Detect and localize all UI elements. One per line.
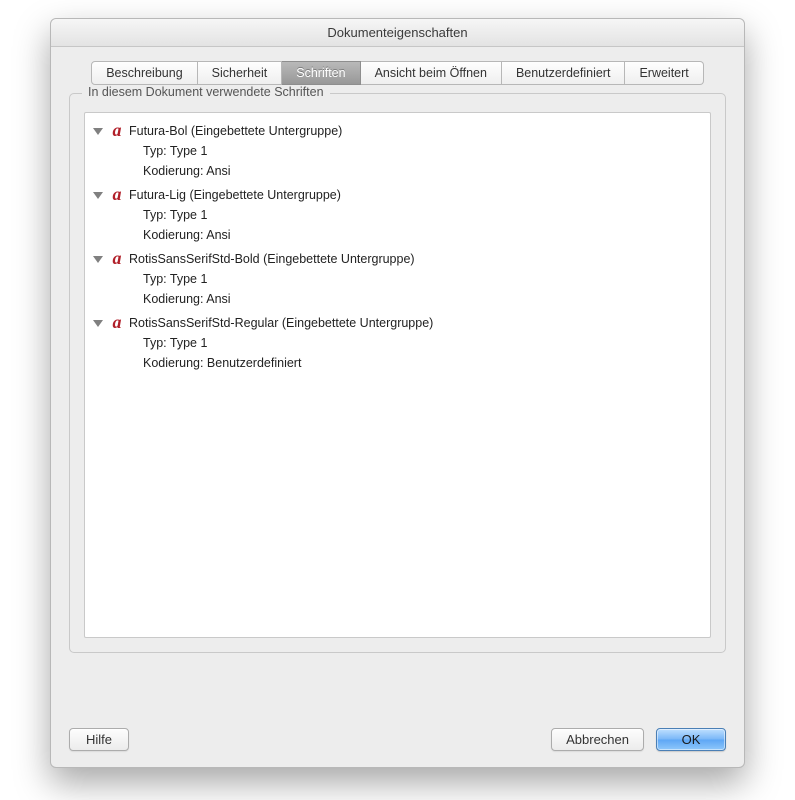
font-name-label: Futura-Lig (Eingebettete Untergruppe) bbox=[129, 185, 341, 205]
groupbox-title: In diesem Dokument verwendete Schriften bbox=[82, 85, 330, 99]
font-glyph-icon: a bbox=[108, 122, 126, 138]
font-row[interactable]: aFutura-Lig (Eingebettete Untergruppe) bbox=[93, 185, 702, 205]
font-item: aFutura-Lig (Eingebettete Untergruppe)Ty… bbox=[93, 183, 702, 247]
font-encoding-label: Kodierung: Benutzerdefiniert bbox=[93, 353, 702, 373]
font-encoding-label: Kodierung: Ansi bbox=[93, 225, 702, 245]
font-name-label: RotisSansSerifStd-Bold (Eingebettete Unt… bbox=[129, 249, 415, 269]
disclosure-triangle-icon[interactable] bbox=[93, 192, 103, 199]
font-glyph-icon: a bbox=[108, 314, 126, 330]
font-glyph-icon: a bbox=[108, 186, 126, 202]
fonts-tree[interactable]: aFutura-Bol (Eingebettete Untergruppe)Ty… bbox=[84, 112, 711, 638]
font-type-label: Typ: Type 1 bbox=[93, 141, 702, 161]
document-properties-dialog: Dokumenteigenschaften BeschreibungSicher… bbox=[50, 18, 745, 768]
tab-benutzerdefiniert[interactable]: Benutzerdefiniert bbox=[502, 61, 626, 85]
dialog-button-row: Hilfe Abbrechen OK bbox=[69, 728, 726, 751]
dialog-content: BeschreibungSicherheitSchriftenAnsicht b… bbox=[51, 47, 744, 767]
disclosure-triangle-icon[interactable] bbox=[93, 320, 103, 327]
font-row[interactable]: aRotisSansSerifStd-Regular (Eingebettete… bbox=[93, 313, 702, 333]
cancel-button[interactable]: Abbrechen bbox=[551, 728, 644, 751]
tab-sicherheit[interactable]: Sicherheit bbox=[198, 61, 283, 85]
font-type-label: Typ: Type 1 bbox=[93, 333, 702, 353]
dialog-title: Dokumenteigenschaften bbox=[51, 19, 744, 47]
font-encoding-label: Kodierung: Ansi bbox=[93, 289, 702, 309]
tab-ansicht-beim-ffnen[interactable]: Ansicht beim Öffnen bbox=[361, 61, 502, 85]
tab-schriften[interactable]: Schriften bbox=[282, 61, 360, 85]
fonts-groupbox: In diesem Dokument verwendete Schriften … bbox=[69, 93, 726, 653]
font-item: aRotisSansSerifStd-Regular (Eingebettete… bbox=[93, 311, 702, 375]
disclosure-triangle-icon[interactable] bbox=[93, 128, 103, 135]
font-name-label: RotisSansSerifStd-Regular (Eingebettete … bbox=[129, 313, 433, 333]
font-item: aRotisSansSerifStd-Bold (Eingebettete Un… bbox=[93, 247, 702, 311]
font-type-label: Typ: Type 1 bbox=[93, 205, 702, 225]
font-row[interactable]: aRotisSansSerifStd-Bold (Eingebettete Un… bbox=[93, 249, 702, 269]
font-name-label: Futura-Bol (Eingebettete Untergruppe) bbox=[129, 121, 342, 141]
font-type-label: Typ: Type 1 bbox=[93, 269, 702, 289]
font-row[interactable]: aFutura-Bol (Eingebettete Untergruppe) bbox=[93, 121, 702, 141]
font-glyph-icon: a bbox=[108, 250, 126, 266]
font-encoding-label: Kodierung: Ansi bbox=[93, 161, 702, 181]
font-item: aFutura-Bol (Eingebettete Untergruppe)Ty… bbox=[93, 119, 702, 183]
ok-button[interactable]: OK bbox=[656, 728, 726, 751]
tab-erweitert[interactable]: Erweitert bbox=[625, 61, 703, 85]
disclosure-triangle-icon[interactable] bbox=[93, 256, 103, 263]
tab-bar: BeschreibungSicherheitSchriftenAnsicht b… bbox=[69, 61, 726, 85]
tab-beschreibung[interactable]: Beschreibung bbox=[91, 61, 197, 85]
help-button[interactable]: Hilfe bbox=[69, 728, 129, 751]
